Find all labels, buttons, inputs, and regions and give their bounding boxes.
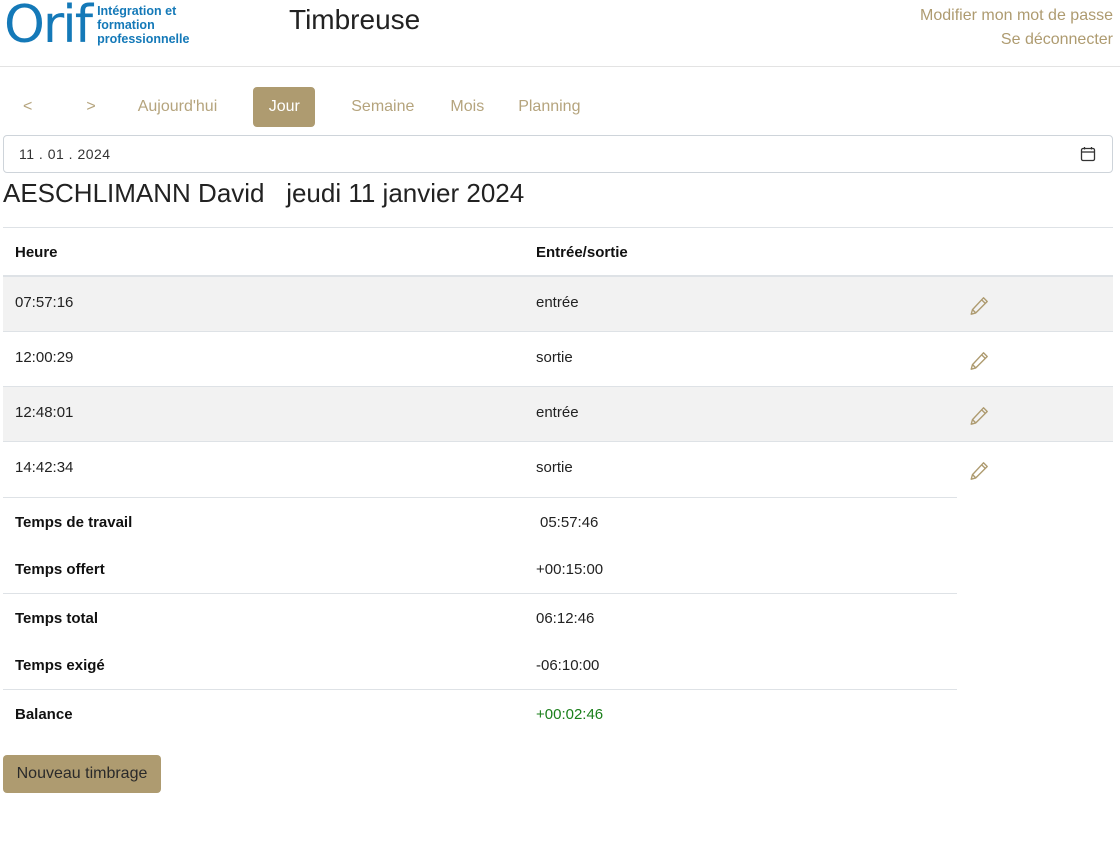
summary-row-total: Temps total 06:12:46 — [3, 593, 957, 641]
logo-tagline: Intégration et formation professionnelle — [97, 4, 189, 46]
pencil-icon[interactable] — [968, 405, 990, 427]
tab-week[interactable]: Semaine — [335, 87, 430, 127]
clocking-table: Heure Entrée/sortie 07:57:16 entrée 12:0… — [3, 227, 1113, 497]
table-row: 12:48:01 entrée — [3, 387, 1113, 442]
table-row: 14:42:34 sortie — [3, 442, 1113, 497]
heading-date: jeudi 11 janvier 2024 — [286, 178, 525, 208]
type-cell: entrée — [536, 404, 579, 421]
offered-time-value: +00:15:00 — [536, 561, 604, 578]
logo-tagline-line: Intégration et — [97, 4, 177, 18]
logo-wordmark: Orif — [4, 0, 93, 55]
app-title: Timbreuse — [289, 4, 421, 35]
summary-row-balance: Balance +00:02:46 — [3, 689, 957, 737]
user-links: Modifier mon mot de passe Se déconnecter — [920, 4, 1113, 52]
orif-logo[interactable]: Orif Intégration et formation profession… — [4, 0, 189, 55]
table-header: Heure Entrée/sortie — [3, 227, 1113, 277]
balance-label: Balance — [15, 706, 73, 723]
table-row: 12:00:29 sortie — [3, 332, 1113, 387]
tab-month[interactable]: Mois — [434, 87, 500, 127]
logo-tagline-line: professionnelle — [97, 32, 190, 46]
change-password-link[interactable]: Modifier mon mot de passe — [920, 4, 1113, 28]
work-time-value: 05:57:46 — [540, 514, 599, 531]
summary-row-work-time: Temps de travail 05:57:46 — [3, 497, 957, 545]
tab-day[interactable]: Jour — [253, 87, 316, 127]
logout-link[interactable]: Se déconnecter — [920, 28, 1113, 52]
logo-tagline-line: formation — [97, 18, 155, 32]
table-row: 07:57:16 entrée — [3, 277, 1113, 332]
pencil-icon[interactable] — [968, 460, 990, 482]
employee-name: AESCHLIMANN David — [3, 178, 265, 208]
next-button[interactable]: > — [78, 87, 103, 127]
today-button[interactable]: Aujourd'hui — [138, 87, 218, 127]
time-cell: 07:57:16 — [15, 294, 74, 311]
time-cell: 12:48:01 — [15, 404, 74, 421]
summary-row-required: Temps exigé -06:10:00 — [3, 641, 957, 689]
type-cell: entrée — [536, 294, 579, 311]
calendar-icon[interactable] — [1080, 146, 1096, 162]
total-time-label: Temps total — [15, 610, 99, 627]
offered-time-label: Temps offert — [15, 561, 105, 578]
date-value: 11 . 01 . 2024 — [19, 146, 111, 162]
view-nav: < > Aujourd'hui Jour Semaine Mois Planni… — [4, 87, 596, 127]
date-field[interactable]: 11 . 01 . 2024 — [3, 135, 1113, 173]
new-clocking-button[interactable]: Nouveau timbrage — [3, 755, 161, 793]
pencil-icon[interactable] — [968, 295, 990, 317]
time-cell: 12:00:29 — [15, 349, 74, 366]
type-cell: sortie — [536, 459, 573, 476]
total-time-value: 06:12:46 — [536, 610, 595, 627]
time-cell: 14:42:34 — [15, 459, 74, 476]
work-time-label: Temps de travail — [15, 514, 133, 531]
column-header-time: Heure — [15, 244, 58, 261]
required-time-value: -06:10:00 — [536, 657, 600, 674]
top-header: Orif Intégration et formation profession… — [0, 0, 1120, 67]
pencil-icon[interactable] — [968, 350, 990, 372]
balance-value: +00:02:46 — [536, 706, 604, 723]
tab-planning[interactable]: Planning — [502, 87, 596, 127]
required-time-label: Temps exigé — [15, 657, 105, 674]
page-heading: AESCHLIMANN David jeudi 11 janvier 2024 — [3, 178, 524, 209]
type-cell: sortie — [536, 349, 573, 366]
previous-button[interactable]: < — [15, 87, 40, 127]
summary-row-offered: Temps offert +00:15:00 — [3, 545, 957, 593]
time-summary: Temps de travail 05:57:46 Temps offert +… — [3, 497, 957, 737]
column-header-in-out: Entrée/sortie — [536, 244, 628, 261]
